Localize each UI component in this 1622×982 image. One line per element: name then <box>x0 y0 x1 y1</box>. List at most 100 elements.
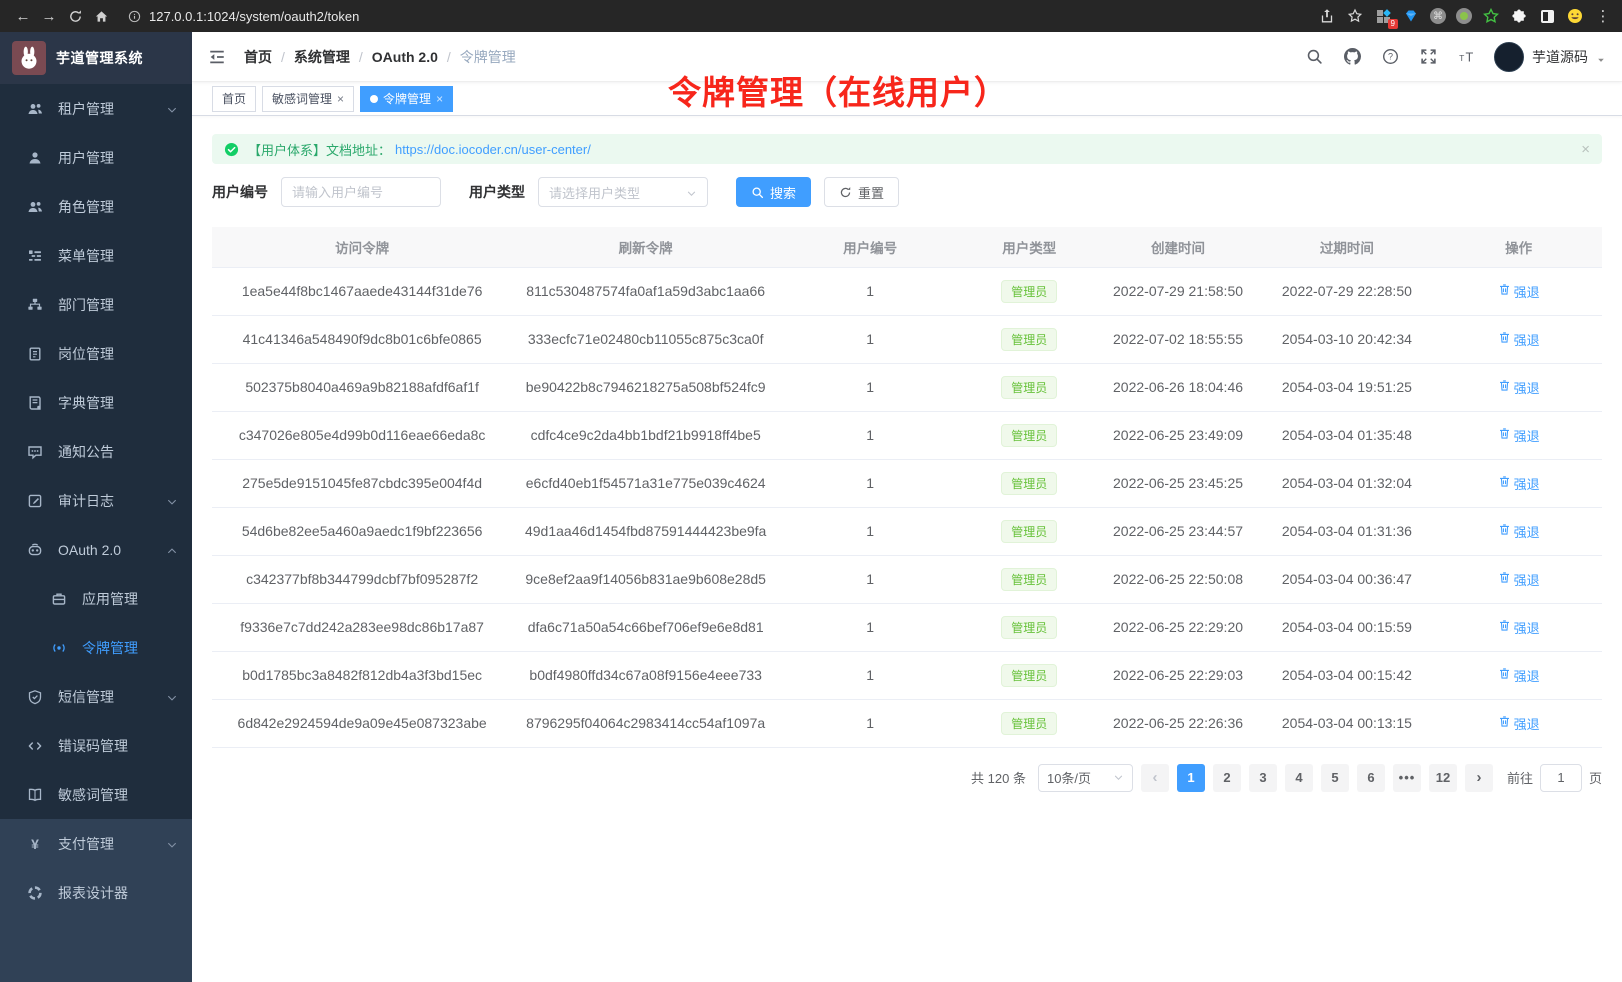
sidebar-item-oauth2[interactable]: OAuth 2.0 <box>0 525 192 574</box>
address-bar[interactable]: 127.0.0.1:1024/system/oauth2/token <box>128 9 1318 24</box>
sidebar-item-pay[interactable]: ¥支付管理 <box>0 819 192 868</box>
page-button-12[interactable]: 12 <box>1429 764 1457 792</box>
cell-refresh-token: be90422b8c7946218275a508bf524fc9 <box>512 363 779 411</box>
page-button-4[interactable]: 4 <box>1285 764 1313 792</box>
browser-forward-icon[interactable]: → <box>36 3 62 29</box>
doc-link[interactable]: https://doc.iocoder.cn/user-center/ <box>395 142 591 157</box>
sidebar-item-oauth2-app[interactable]: 应用管理 <box>0 574 192 623</box>
force-logout-button[interactable]: 强退 <box>1498 378 1540 397</box>
svg-text:¥: ¥ <box>31 836 39 852</box>
tab-首页[interactable]: 首页 <box>212 86 256 112</box>
tab-敏感词管理[interactable]: 敏感词管理× <box>262 86 354 112</box>
page-button-6[interactable]: 6 <box>1357 764 1385 792</box>
column-header: 操作 <box>1435 227 1602 267</box>
sidebar-item-oauth2-token[interactable]: 令牌管理 <box>0 623 192 672</box>
page-size-select[interactable]: 10条/页 <box>1038 764 1133 792</box>
force-logout-button[interactable]: 强退 <box>1498 666 1540 685</box>
user-type-select[interactable]: 请选择用户类型 <box>538 177 708 207</box>
force-logout-button[interactable]: 强退 <box>1498 474 1540 493</box>
sidebar-item-user[interactable]: 用户管理 <box>0 133 192 182</box>
extension-command-icon[interactable]: ⌘ <box>1430 8 1446 24</box>
cell-user-type: 管理员 <box>961 603 1097 651</box>
next-page-button[interactable]: › <box>1465 764 1493 792</box>
goto-page: 前往 页 <box>1507 764 1602 792</box>
page-ellipsis-button[interactable]: ••• <box>1393 764 1421 792</box>
sidebar-item-tenant[interactable]: 租户管理 <box>0 84 192 133</box>
search-icon[interactable] <box>1304 47 1324 67</box>
cell-access-token: 6d842e2924594de9a09e45e087323abe <box>212 699 512 747</box>
force-logout-button[interactable]: 强退 <box>1498 282 1540 301</box>
goto-page-input[interactable] <box>1540 764 1582 792</box>
sidebar-item-errorcode[interactable]: 错误码管理 <box>0 721 192 770</box>
alert-close-icon[interactable]: × <box>1581 141 1590 158</box>
user-type-badge: 管理员 <box>1001 280 1057 303</box>
doc-alert: 【用户体系】文档地址： https://doc.iocoder.cn/user-… <box>212 134 1602 164</box>
table-row: b0d1785bc3a8482f812db4a3f3bd15ecb0df4980… <box>212 651 1602 699</box>
table-row: f9336e7c7dd242a283ee98dc86b17a87dfa6c71a… <box>212 603 1602 651</box>
breadcrumb-item[interactable]: OAuth 2.0 <box>372 49 438 65</box>
browser-actions: 9 ⌘ ⋮ <box>1318 7 1612 25</box>
app-logo[interactable]: 芋道管理系统 <box>0 32 192 84</box>
prev-page-button[interactable]: ‹ <box>1141 764 1169 792</box>
extension-puzzle-icon[interactable] <box>1510 7 1528 25</box>
fullscreen-icon[interactable] <box>1418 47 1438 67</box>
pie-chart-icon <box>26 884 44 902</box>
active-dot <box>370 95 378 103</box>
sidebar-item-role[interactable]: 角色管理 <box>0 182 192 231</box>
breadcrumb-item[interactable]: 首页 <box>244 47 272 67</box>
font-size-icon[interactable]: TT <box>1456 47 1476 67</box>
sidebar-item-audit[interactable]: 审计日志 <box>0 476 192 525</box>
sidebar-item-sms[interactable]: 短信管理 <box>0 672 192 721</box>
profile-emoji-icon[interactable] <box>1566 7 1584 25</box>
tab-close-icon[interactable]: × <box>436 93 443 105</box>
tab-令牌管理[interactable]: 令牌管理× <box>360 86 453 112</box>
cell-refresh-token: 811c530487574fa0af1a59d3abc1aa66 <box>512 267 779 315</box>
browser-home-icon[interactable] <box>88 3 114 29</box>
sidebar-item-label: 菜单管理 <box>58 246 178 266</box>
sidebar-item-dept[interactable]: 部门管理 <box>0 280 192 329</box>
extension-grid-icon[interactable]: 9 <box>1374 7 1392 25</box>
bookmark-star-icon[interactable] <box>1346 7 1364 25</box>
page-button-1[interactable]: 1 <box>1177 764 1205 792</box>
sidebar-item-sensitive-word[interactable]: 敏感词管理 <box>0 770 192 819</box>
github-icon[interactable] <box>1342 47 1362 67</box>
open-book-icon <box>26 786 44 804</box>
extension-star-icon[interactable] <box>1482 7 1500 25</box>
user-menu[interactable]: 芋道源码 <box>1494 42 1606 72</box>
page-button-5[interactable]: 5 <box>1321 764 1349 792</box>
search-button[interactable]: 搜索 <box>736 177 811 207</box>
sidebar-item-post[interactable]: 岗位管理 <box>0 329 192 378</box>
sidebar-toggle-icon[interactable] <box>1538 7 1556 25</box>
user-type-badge: 管理员 <box>1001 472 1057 495</box>
hamburger-icon[interactable] <box>206 46 228 68</box>
chevron-down-icon <box>166 495 178 507</box>
browser-reload-icon[interactable] <box>62 3 88 29</box>
browser-back-icon[interactable]: ← <box>10 3 36 29</box>
browser-menu-icon[interactable]: ⋮ <box>1594 7 1612 25</box>
force-logout-button[interactable]: 强退 <box>1498 330 1540 349</box>
force-logout-button[interactable]: 强退 <box>1498 618 1540 637</box>
page-button-2[interactable]: 2 <box>1213 764 1241 792</box>
extension-gem-icon[interactable] <box>1402 7 1420 25</box>
sidebar-menu: 租户管理用户管理角色管理菜单管理部门管理岗位管理字典管理通知公告审计日志OAut… <box>0 84 192 982</box>
page-button-3[interactable]: 3 <box>1249 764 1277 792</box>
cell-user-type: 管理员 <box>961 363 1097 411</box>
tab-close-icon[interactable]: × <box>337 93 344 105</box>
sidebar-item-report[interactable]: 报表设计器 <box>0 868 192 917</box>
reset-button[interactable]: 重置 <box>824 177 899 207</box>
user-type-badge: 管理员 <box>1001 424 1057 447</box>
page-content: 【用户体系】文档地址： https://doc.iocoder.cn/user-… <box>192 116 1622 982</box>
sidebar-item-menu[interactable]: 菜单管理 <box>0 231 192 280</box>
force-logout-button[interactable]: 强退 <box>1498 714 1540 733</box>
user-id-input[interactable] <box>281 177 441 207</box>
sidebar-item-notice[interactable]: 通知公告 <box>0 427 192 476</box>
breadcrumb-item[interactable]: 系统管理 <box>294 47 350 67</box>
caret-down-icon <box>1596 52 1606 62</box>
sidebar-item-dict[interactable]: 字典管理 <box>0 378 192 427</box>
force-logout-button[interactable]: 强退 <box>1498 570 1540 589</box>
share-icon[interactable] <box>1318 7 1336 25</box>
force-logout-button[interactable]: 强退 <box>1498 522 1540 541</box>
extension-record-icon[interactable] <box>1456 8 1472 24</box>
force-logout-button[interactable]: 强退 <box>1498 426 1540 445</box>
help-icon[interactable]: ? <box>1380 47 1400 67</box>
